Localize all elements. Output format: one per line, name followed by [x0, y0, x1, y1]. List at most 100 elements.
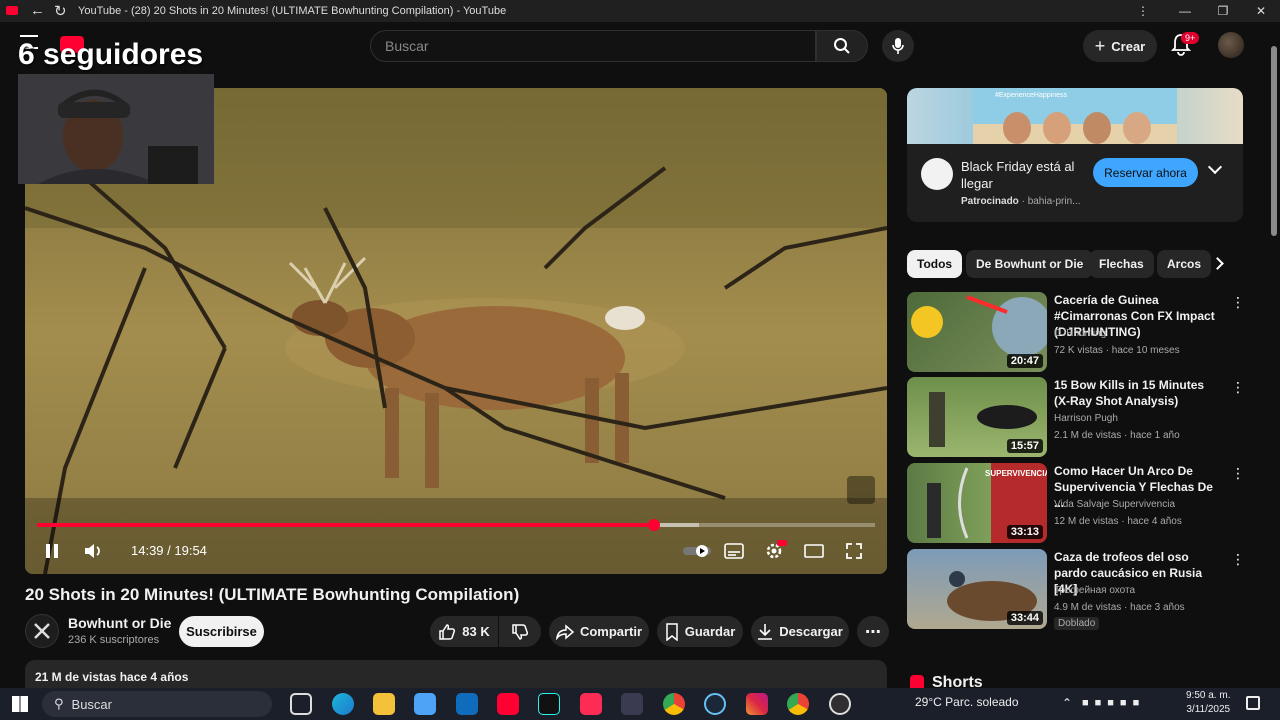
theater-icon [804, 544, 824, 558]
pause-icon [46, 544, 58, 558]
obs-icon[interactable] [829, 693, 851, 715]
tiktok-studio-icon[interactable] [580, 693, 602, 715]
autoplay-toggle[interactable] [681, 540, 713, 562]
share-button[interactable]: Compartir [549, 616, 649, 647]
youtube-app-icon[interactable] [497, 693, 519, 715]
sponsored-label: Patrocinado [961, 196, 1019, 207]
video-thumbnail[interactable]: 20:47 [907, 292, 1047, 372]
task-view-icon[interactable] [290, 693, 312, 715]
recommendation-channel[interactable]: DJRhunting [1054, 328, 1106, 339]
create-button[interactable]: + Crear [1083, 30, 1157, 62]
save-button[interactable]: Guardar [657, 616, 743, 647]
video-duration: 15:57 [1006, 439, 1043, 453]
clock-date: 3/11/2025 [1186, 704, 1231, 715]
theater-mode-button[interactable] [801, 540, 827, 562]
davinci-icon[interactable] [621, 693, 643, 715]
more-actions-button[interactable]: ⋯ [857, 616, 889, 647]
dislike-button[interactable] [499, 616, 541, 647]
ad-cta-button[interactable]: Reservar ahora [1093, 158, 1198, 187]
beach-people-shape [973, 88, 1177, 144]
recommendation-channel[interactable]: Трофейная охота [1054, 585, 1135, 596]
recommendation-item[interactable]: 15:57 15 Bow Kills in 15 Minutes (X-Ray … [907, 377, 1245, 457]
chip-todos[interactable]: Todos [907, 250, 963, 278]
more-options-icon[interactable]: ⋮ [1231, 294, 1245, 311]
tab-title: YouTube - (28) 20 Shots in 20 Minutes! (… [78, 5, 507, 17]
tray-overflow-icon[interactable]: ⌃ [1062, 696, 1072, 710]
more-options-icon[interactable]: ⋮ [1231, 379, 1245, 396]
channel-watermark-icon[interactable] [847, 476, 875, 504]
autoplay-icon [683, 545, 711, 557]
chip-arcos[interactable]: Arcos [1157, 250, 1212, 278]
more-horizontal-icon: ⋯ [865, 623, 881, 641]
clock[interactable]: 9:50 a. m. 3/11/2025 [1186, 689, 1230, 717]
recommendation-meta: 4.9 M de vistas · hace 3 años [1054, 602, 1185, 613]
progress-bar[interactable] [37, 519, 875, 531]
recommendation-meta: 2.1 M de vistas · hace 1 año [1054, 430, 1180, 441]
recommendation-channel[interactable]: Harrison Pugh [1054, 413, 1118, 424]
fullscreen-button[interactable] [841, 540, 867, 562]
ad-title[interactable]: Black Friday está al llegar [961, 158, 1086, 192]
tiktok-icon[interactable] [538, 693, 560, 715]
recommendation-channel[interactable]: Vida Salvaje Supervivencia [1054, 499, 1175, 510]
outlook-icon[interactable] [456, 693, 478, 715]
minimize-button[interactable]: — [1166, 0, 1204, 22]
video-thumbnail[interactable]: SUPERVIVENCIA 33:13 [907, 463, 1047, 543]
channel-name[interactable]: Bowhunt or Die [68, 615, 171, 631]
channel-avatar[interactable] [25, 614, 59, 648]
account-avatar[interactable] [1218, 32, 1244, 58]
back-icon[interactable]: ← [30, 2, 45, 19]
voice-search-button[interactable] [882, 30, 914, 62]
chrome-profile-icon[interactable] [787, 693, 809, 715]
ad-domain: bahia-prin... [1027, 196, 1081, 207]
close-button[interactable]: ✕ [1242, 0, 1280, 22]
reload-icon[interactable]: ↻ [54, 2, 67, 20]
microphone-icon [892, 38, 904, 54]
recommendation-item[interactable]: 20:47 Cacería de Guinea #Cimarronas Con … [907, 292, 1245, 372]
steam-icon[interactable] [704, 693, 726, 715]
chevron-down-icon[interactable] [1207, 159, 1223, 175]
download-button[interactable]: Descargar [751, 616, 849, 647]
maximize-button[interactable]: ❐ [1204, 0, 1242, 22]
advertiser-logo[interactable] [921, 158, 953, 190]
settings-button[interactable] [761, 540, 787, 562]
search-icon: ⚲ [54, 696, 64, 711]
taskbar-search[interactable]: ⚲ Buscar [42, 691, 272, 717]
page-scrollbar[interactable] [1268, 22, 1280, 678]
subscribe-button[interactable]: Suscribirse [179, 616, 264, 647]
more-options-icon[interactable]: ⋮ [1231, 551, 1245, 568]
ad-banner-image[interactable]: #ExperienceHappiness [907, 88, 1243, 144]
video-thumbnail[interactable]: 33:44 [907, 549, 1047, 629]
weather-widget[interactable]: 29°C Parc. soleado [915, 695, 1019, 709]
chrome-icon[interactable] [663, 693, 685, 715]
progress-scrubber[interactable] [647, 519, 660, 531]
chip-flechas[interactable]: Flechas [1089, 250, 1154, 278]
recommendation-item[interactable]: SUPERVIVENCIA 33:13 Como Hacer Un Arco D… [907, 463, 1245, 543]
recommendation-item[interactable]: 33:44 Caza de trofeos del oso pardo cauc… [907, 549, 1245, 630]
ad-banner-text: #ExperienceHappiness [995, 92, 1067, 99]
recommendation-title[interactable]: 15 Bow Kills in 15 Minutes (X-Ray Shot A… [1054, 377, 1219, 409]
pause-button[interactable] [39, 540, 65, 562]
like-button[interactable]: 83 K [430, 616, 498, 647]
ad-card[interactable]: #ExperienceHappiness Black Friday está a… [907, 88, 1243, 222]
instagram-icon[interactable] [746, 693, 768, 715]
video-thumbnail[interactable]: 15:57 [907, 377, 1047, 457]
clock-time: 9:50 a. m. [1186, 690, 1231, 701]
tray-icons[interactable]: ■■■■■ [1082, 697, 1145, 709]
file-explorer-icon[interactable] [373, 693, 395, 715]
volume-button[interactable] [81, 540, 107, 562]
more-menu-icon[interactable]: ⋮ [1124, 0, 1162, 22]
edge-icon[interactable] [332, 693, 354, 715]
more-options-icon[interactable]: ⋮ [1231, 465, 1245, 482]
search-input[interactable]: Buscar [370, 30, 816, 62]
webcam-person-shape [18, 74, 214, 184]
follower-count-overlay: 6 seguidores [18, 38, 204, 71]
windows-taskbar: ⚲ Buscar 29°C Parc. soleado ⌃ ■■■■■ 9:50… [0, 688, 1280, 720]
notification-center-icon[interactable] [1246, 696, 1260, 710]
subtitles-button[interactable] [721, 540, 747, 562]
chip-channel[interactable]: De Bowhunt or Die [966, 250, 1094, 278]
scrollbar-thumb[interactable] [1271, 46, 1277, 236]
download-label: Descargar [779, 624, 843, 639]
search-button[interactable] [816, 30, 868, 62]
store-icon[interactable] [414, 693, 436, 715]
windows-start-icon[interactable] [12, 696, 28, 712]
